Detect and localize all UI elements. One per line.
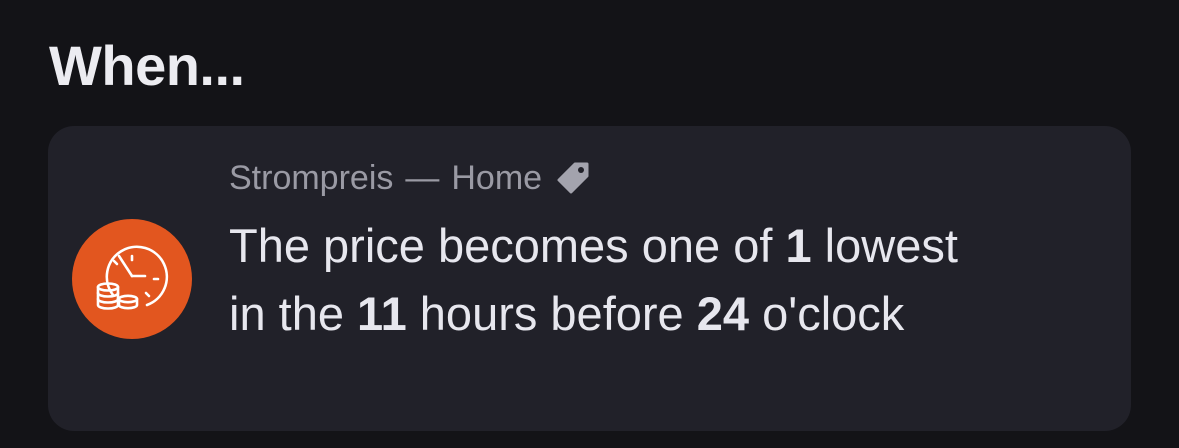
clock-coins-icon xyxy=(72,219,192,339)
card-source: Strompreis — Home xyxy=(229,156,592,200)
description-part1: The price becomes one of xyxy=(229,219,786,272)
source-service: Strompreis xyxy=(229,158,394,197)
description-hours: 11 xyxy=(357,287,407,340)
description-part3: hours before xyxy=(406,287,697,340)
trigger-card[interactable]: Strompreis — Home The price becomes one … xyxy=(48,126,1131,431)
description-time: 24 xyxy=(696,287,750,340)
description-part4: o'clock xyxy=(749,287,905,340)
trigger-description: The price becomes one of 1 lowest in the… xyxy=(229,212,989,348)
section-heading: When... xyxy=(49,34,245,97)
source-home: Home xyxy=(451,158,543,197)
source-separator: — xyxy=(405,158,440,197)
tag-icon xyxy=(554,159,592,197)
description-count: 1 xyxy=(785,219,812,272)
